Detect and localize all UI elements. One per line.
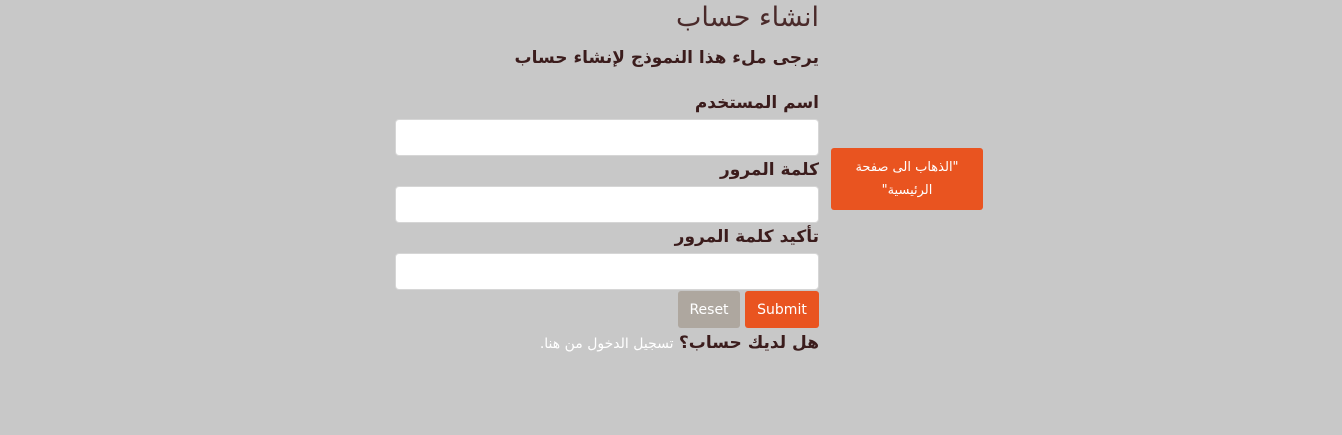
- confirm-password-input[interactable]: [395, 253, 819, 290]
- username-input[interactable]: [395, 119, 819, 156]
- submit-button[interactable]: Submit: [745, 291, 819, 328]
- password-input[interactable]: [395, 186, 819, 223]
- username-label: اسم المستخدم: [694, 93, 819, 113]
- page-title: انشاء حساب: [675, 2, 819, 33]
- home-page-button[interactable]: "الذهاب الى صفحة الرئيسية": [831, 148, 983, 210]
- login-link[interactable]: تسجيل الدخول من هنا.: [540, 336, 674, 352]
- login-question: هل لديك حساب؟: [678, 333, 819, 353]
- password-label: كلمة المرور: [720, 160, 819, 180]
- login-prompt: هل لديك حساب؟ تسجيل الدخول من هنا.: [540, 333, 819, 353]
- confirm-password-label: تأكيد كلمة المرور: [674, 227, 819, 247]
- form-subtitle: يرجى ملء هذا النموذج لإنشاء حساب: [514, 48, 819, 68]
- reset-button[interactable]: Reset: [678, 291, 740, 328]
